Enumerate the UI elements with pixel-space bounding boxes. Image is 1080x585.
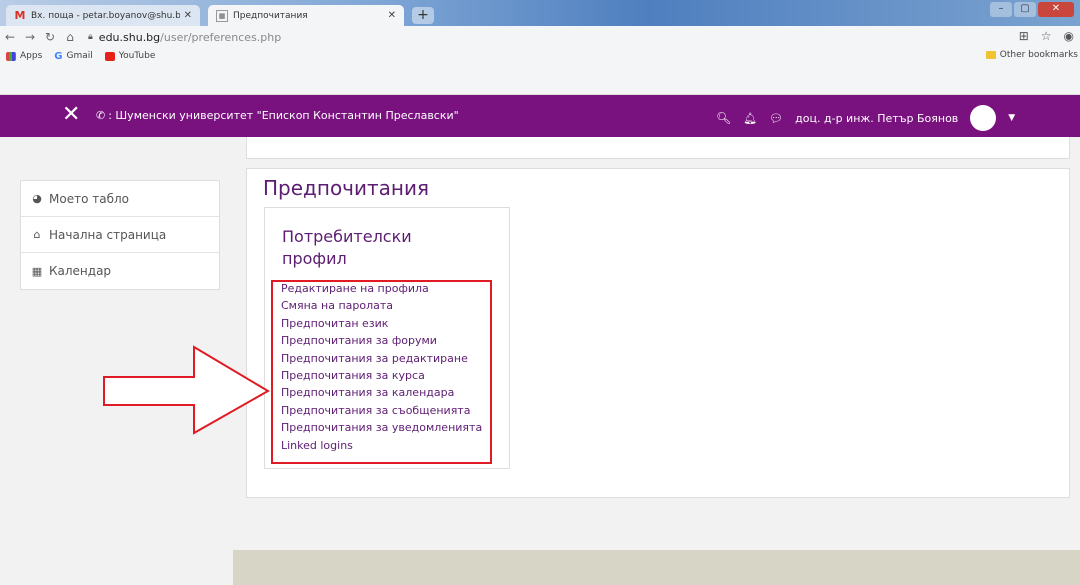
bookmark-label: Gmail [66, 51, 93, 61]
close-tab-icon[interactable]: ✕ [388, 10, 396, 21]
gmail-icon: M [14, 9, 26, 22]
site-name-text: : Шуменски университет "Епископ Констант… [108, 109, 459, 122]
browser-tab-strip: M Вх. поща - petar.boyanov@shu.bg ✕ ▦ Пр… [0, 0, 1080, 26]
tab-title: Вх. поща - petar.boyanov@shu.bg [31, 10, 180, 21]
phone-icon: ✆ [96, 109, 106, 122]
folder-icon [985, 51, 996, 59]
drawer-item-dashboard[interactable]: ◕ Моето табло [21, 181, 219, 217]
chevron-down-icon[interactable]: ▼ [1008, 113, 1015, 123]
site-name[interactable]: ✆: Шуменски университет "Епископ Констан… [96, 109, 459, 122]
page-footer [233, 550, 1080, 585]
forward-icon[interactable]: → [20, 30, 40, 44]
bookmark-youtube[interactable]: YouTube [104, 51, 156, 61]
window-controls: – ▢ ✕ [990, 2, 1074, 17]
bookmark-label: Apps [20, 51, 43, 61]
close-drawer-icon[interactable]: ✕ [62, 103, 80, 127]
bookmarks-bar: Apps G Gmail YouTube Other bookmarks [0, 48, 1080, 95]
url-host: edu.shu.bg [98, 30, 161, 44]
minimize-button[interactable]: – [990, 2, 1012, 17]
browser-tab-preferences[interactable]: ▦ Предпочитания ✕ [208, 5, 404, 26]
bookmark-label: YouTube [118, 51, 156, 61]
maximize-button[interactable]: ▢ [1014, 2, 1036, 17]
star-icon[interactable]: ☆ [1041, 29, 1052, 43]
reload-icon[interactable]: ↻ [40, 30, 60, 44]
home-icon[interactable]: ⌂ [60, 30, 80, 44]
back-icon[interactable]: ← [0, 30, 20, 44]
search-icon[interactable]: 🔍︎ [716, 111, 731, 125]
google-icon: G [54, 50, 63, 62]
youtube-icon [104, 51, 115, 61]
arrow-shape [103, 345, 270, 435]
close-tab-icon[interactable]: ✕ [184, 10, 192, 21]
section-title: Потребителски профил [282, 227, 412, 268]
highlight-box [271, 280, 492, 464]
calendar-icon: ▦ [31, 264, 43, 278]
bookmark-gmail[interactable]: G Gmail [54, 51, 92, 62]
apps-grid-icon [6, 51, 16, 61]
drawer-item-calendar[interactable]: ▦ Календар [21, 253, 219, 289]
browser-toolbar: ← → ↻ ⌂ 🔒︎ edu.shu.bg/user/preferences.p… [0, 26, 1080, 48]
bookmark-apps[interactable]: Apps [6, 51, 42, 61]
arrow-icon [103, 345, 270, 435]
drawer-item-label: Начална страница [49, 227, 167, 242]
user-name[interactable]: доц. д-р инж. Петър Боянов [795, 112, 958, 125]
drawer-item-home[interactable]: ⌂ Начална страница [21, 217, 219, 253]
moodle-icon: ▦ [216, 9, 228, 22]
site-navbar: ✕ ✆: Шуменски университет "Епископ Конст… [0, 95, 1080, 137]
other-bookmarks[interactable]: Other bookmarks [985, 50, 1078, 60]
header-card [246, 137, 1070, 159]
address-bar[interactable]: 🔒︎ edu.shu.bg/user/preferences.php [88, 31, 281, 44]
avatar[interactable] [970, 105, 997, 131]
drawer-menu: ◕ Моето табло ⌂ Начална страница ▦ Кален… [20, 180, 220, 290]
page-title: Предпочитания [263, 176, 430, 200]
url-path: /user/preferences.php [160, 30, 282, 44]
drawer-item-label: Моето табло [49, 191, 129, 206]
drawer-item-label: Календар [49, 264, 112, 278]
other-bookmarks-label: Other bookmarks [999, 50, 1078, 60]
bell-icon[interactable]: 🔔︎ [743, 112, 757, 125]
browser-tab-gmail[interactable]: M Вх. поща - petar.boyanov@shu.bg ✕ [6, 5, 200, 26]
profile-icon[interactable]: ◉ [1064, 29, 1074, 43]
translate-icon[interactable]: ⊞ [1019, 29, 1029, 43]
tab-title: Предпочитания [233, 10, 308, 21]
lock-icon: 🔒︎ [88, 32, 93, 42]
home-icon: ⌂ [33, 228, 41, 241]
new-tab-button[interactable]: + [412, 7, 434, 24]
chat-icon[interactable]: 💬︎ [769, 112, 783, 125]
dashboard-icon: ◕ [32, 192, 42, 205]
window-close-button[interactable]: ✕ [1038, 2, 1074, 17]
